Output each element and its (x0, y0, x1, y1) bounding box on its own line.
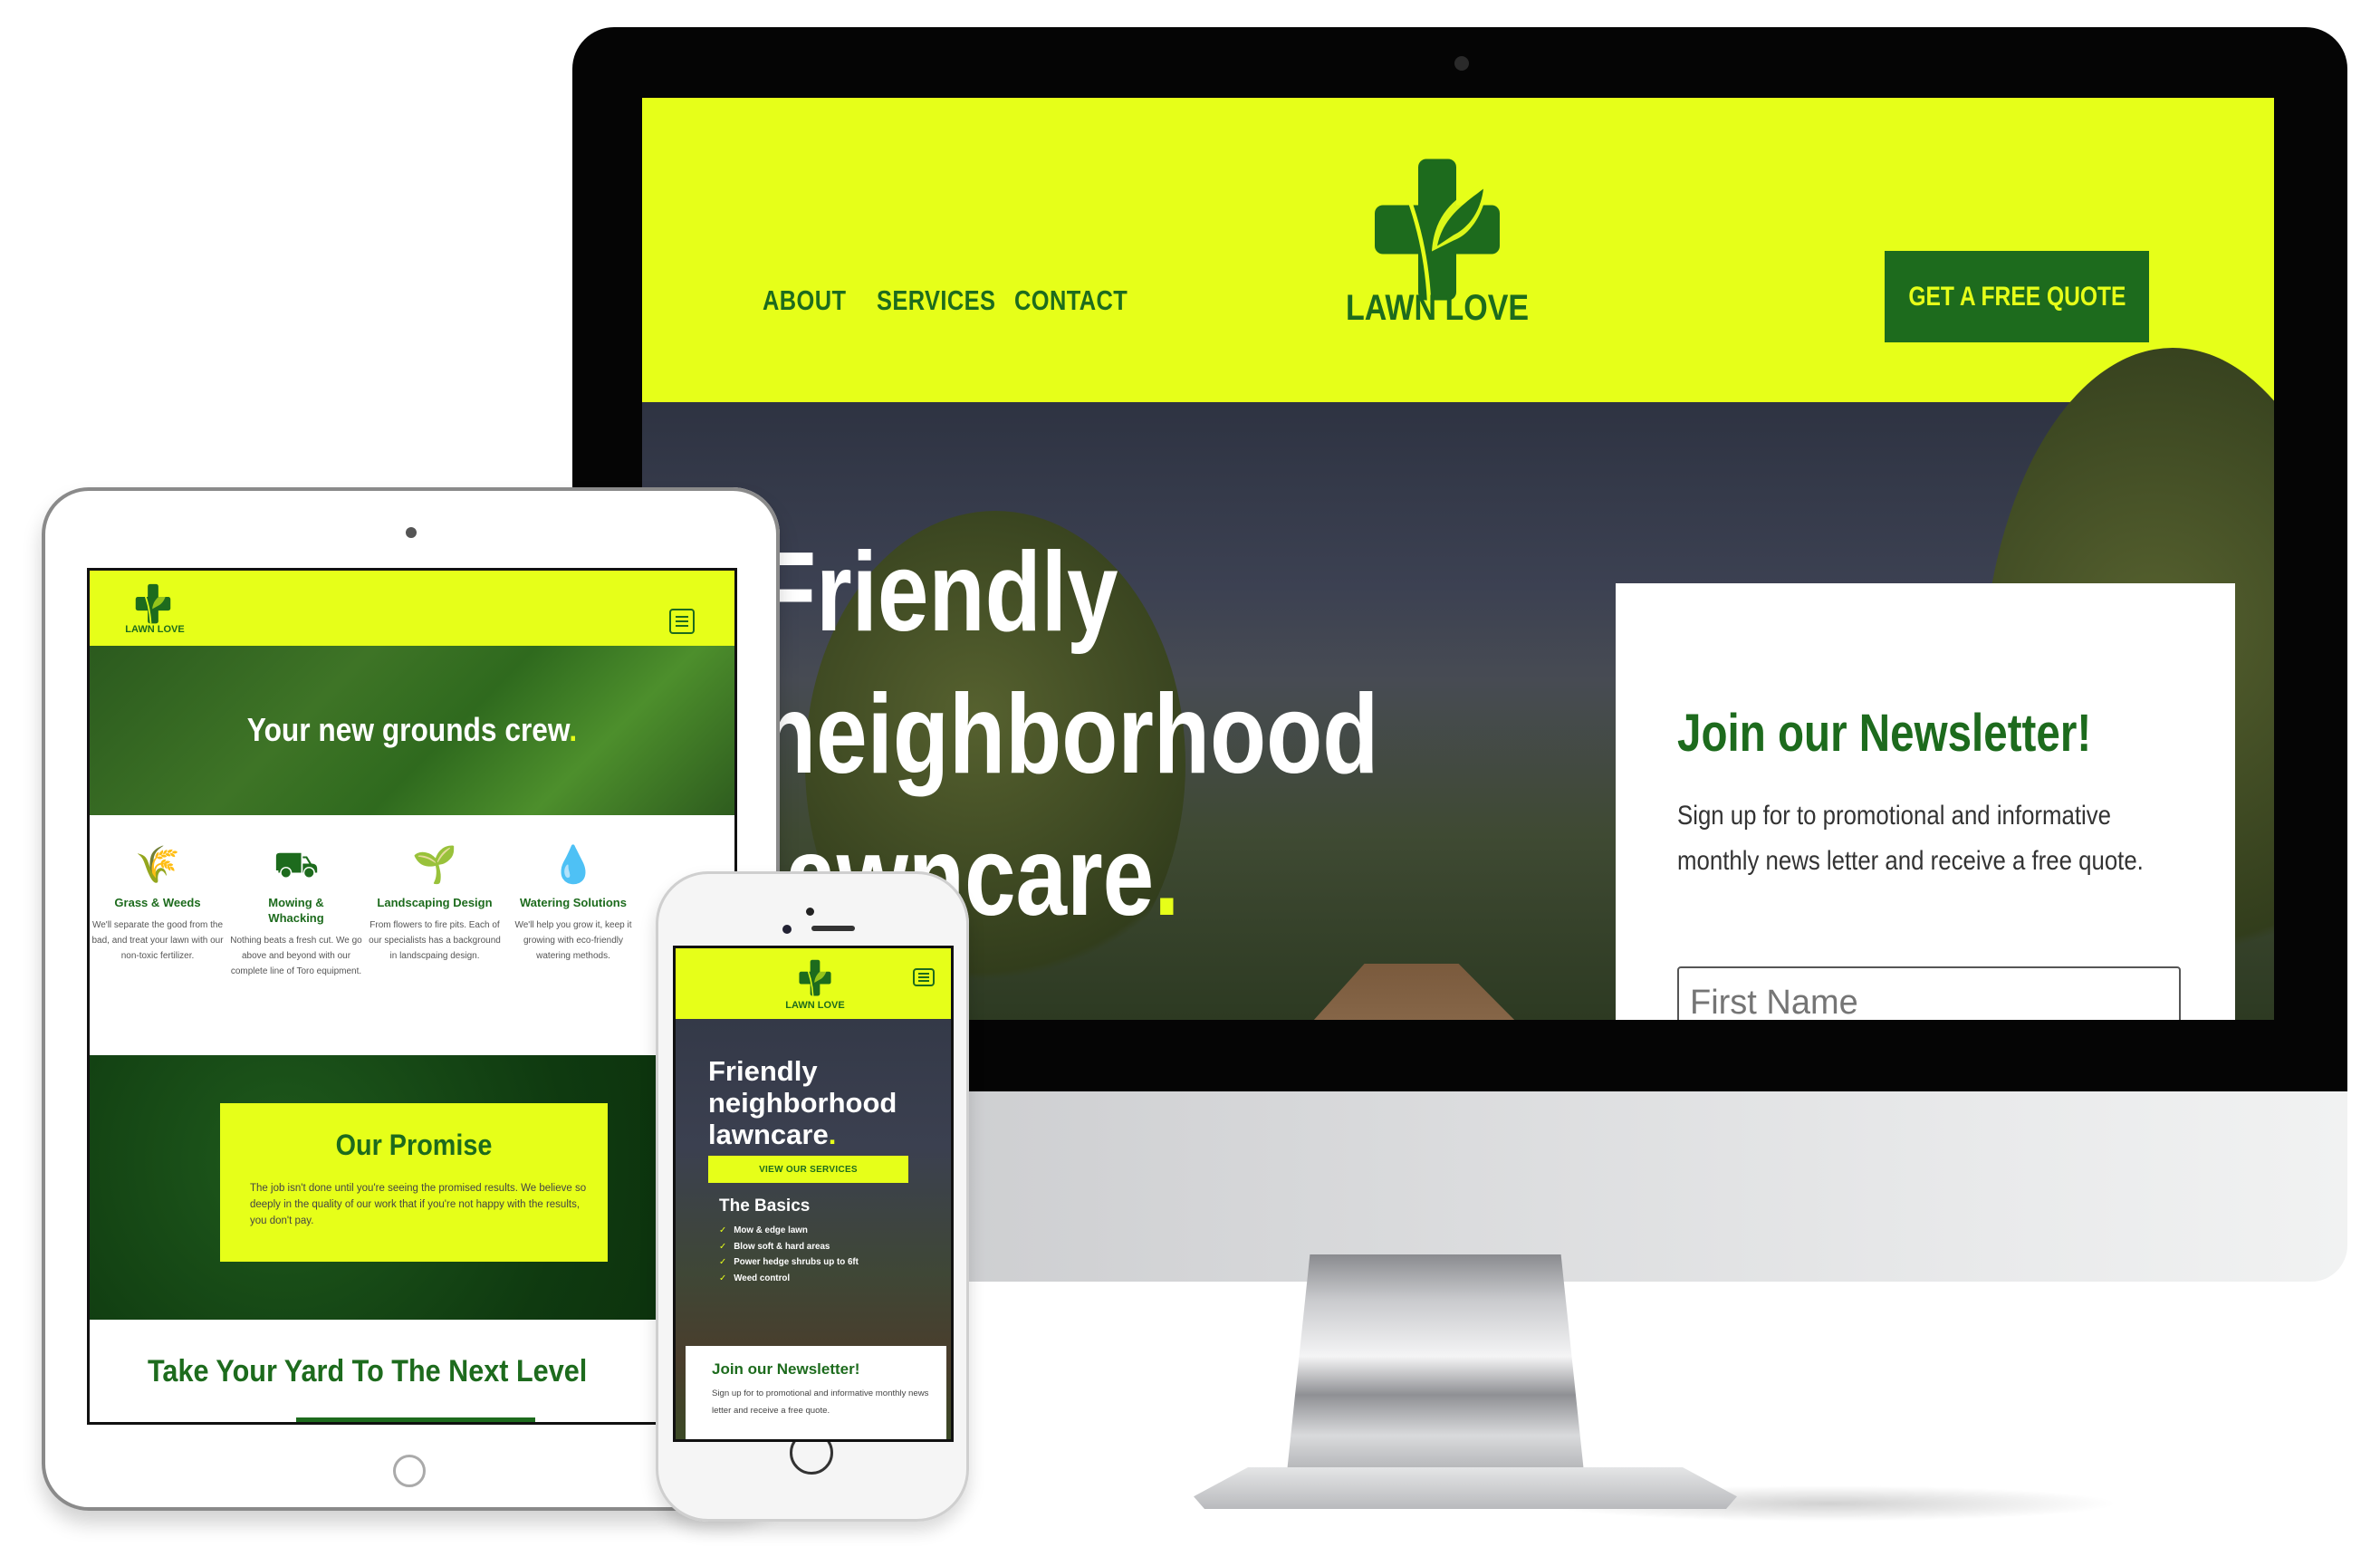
nav-about[interactable]: ABOUT (763, 284, 846, 317)
phone-brand-name: LAWN LOVE (785, 1000, 845, 1011)
hero-house-image (1185, 964, 1656, 1020)
service-title: Landscaping Design (377, 896, 493, 909)
tablet-hamburger-menu-icon[interactable] (669, 609, 695, 634)
next-level-section: Take Your Yard To The Next Level SCHEDUL… (90, 1320, 734, 1422)
basics-list: ✓ Mow & edge lawn ✓ Blow soft & hard areas… (719, 1223, 859, 1286)
checkmark-icon: ✓ (719, 1241, 727, 1252)
phone-sensor (806, 908, 814, 916)
tablet-services-section: 🌾 Grass & Weeds We'll separate the good … (90, 815, 734, 1055)
tablet-hero-title: Your new grounds crew. (246, 711, 578, 748)
phone-hero: Friendly neighborhood lawncare. VIEW OUR… (676, 1019, 951, 1439)
view-our-services-button[interactable]: VIEW OUR SERVICES (708, 1156, 908, 1183)
hero-headline-line-1: Friendly (760, 530, 1118, 655)
checkmark-icon: ✓ (719, 1257, 727, 1267)
service-item[interactable]: 🌾 Grass & Weeds We'll separate the good … (90, 842, 235, 964)
newsletter-title: Join our Newsletter! (1677, 704, 2092, 763)
schedule-consultation-button[interactable]: SCHEDULE A FREE CONSULTATION (296, 1417, 535, 1422)
promise-title: Our Promise (335, 1129, 493, 1161)
desktop-brand-name: LAWN LOVE (1345, 288, 1530, 328)
basics-title: The Basics (719, 1196, 811, 1216)
plant-in-hand-icon: 🌱 (412, 845, 457, 885)
lawn-love-logo-icon[interactable] (1369, 154, 1505, 308)
list-item: ✓ Mow & edge lawn (719, 1225, 808, 1235)
service-item[interactable]: 🌱 Landscaping Design From flowers to fir… (358, 842, 512, 964)
promise-section: Our Promise The job isn't done until you… (90, 1055, 734, 1320)
tablet-site-header: LAWN LOVE (90, 571, 734, 646)
hose-icon: 💧 (551, 845, 596, 885)
tablet-brand-name: LAWN LOVE (125, 624, 185, 635)
grass-icon: 🌾 (135, 845, 180, 885)
service-description: From flowers to fire pits. Each of our s… (369, 920, 501, 961)
checkmark-icon: ✓ (719, 1273, 727, 1283)
tablet-home-button (393, 1455, 426, 1487)
tablet-camera (406, 527, 417, 538)
service-description: Nothing beats a fresh cut. We go above a… (230, 936, 362, 976)
lawn-mower-icon: ⛟ (273, 845, 320, 885)
nav-contact[interactable]: CONTACT (1014, 284, 1128, 317)
next-level-title: Take Your Yard To The Next Level (148, 1354, 588, 1388)
phone-newsletter-body: Sign up for to promotional and informati… (712, 1388, 929, 1416)
phone-newsletter-card: Join our Newsletter! Sign up for to prom… (686, 1346, 946, 1439)
phone-speaker (811, 926, 855, 931)
promise-body: The job isn't done until you're seeing t… (250, 1183, 587, 1226)
first-name-input[interactable] (1677, 966, 2181, 1020)
newsletter-description: Sign up for to promotional and informati… (1677, 801, 2144, 876)
phone-screen: LAWN LOVE Friendly neighborhood lawncare… (673, 946, 954, 1442)
tablet-logo-icon[interactable] (130, 583, 177, 625)
tablet-hero: Your new grounds crew. (90, 646, 734, 815)
phone-newsletter-title: Join our Newsletter! (712, 1360, 860, 1378)
phone-logo-icon[interactable] (792, 959, 839, 997)
service-description: We'll separate the good from the bad, an… (91, 920, 224, 961)
checkmark-icon: ✓ (719, 1225, 727, 1235)
service-title: Watering Solutions (520, 896, 627, 909)
desktop-site-header: ABOUT SERVICES CONTACT LAWN LOVE GET A F… (642, 98, 2274, 402)
service-item[interactable]: 💧 Watering Solutions We'll help you grow… (496, 842, 650, 964)
service-item[interactable]: ⛟ Mowing & Whacking Nothing beats a fres… (219, 842, 373, 979)
monitor-stand (1286, 1254, 1585, 1481)
phone-hero-title: Friendly neighborhood lawncare. (708, 1055, 897, 1150)
service-description: We'll help you grow it, keep it growing … (514, 920, 632, 961)
nav-services[interactable]: SERVICES (877, 284, 995, 317)
promise-card: Our Promise The job isn't done until you… (220, 1103, 608, 1262)
list-item: ✓ Blow soft & hard areas (719, 1241, 830, 1252)
get-free-quote-button[interactable]: GET A FREE QUOTE (1885, 251, 2149, 342)
list-item: ✓ Power hedge shrubs up to 6ft (719, 1257, 859, 1267)
phone-hamburger-menu-icon[interactable] (913, 968, 935, 986)
phone-site-header: LAWN LOVE (676, 948, 951, 1019)
monitor-camera (1454, 56, 1469, 71)
tablet-screen: LAWN LOVE Your new grounds crew. 🌾 Grass… (87, 568, 737, 1425)
list-item: ✓ Weed control (719, 1273, 791, 1283)
service-title: Grass & Weeds (114, 896, 201, 909)
phone-camera (782, 925, 792, 934)
service-title: Mowing & Whacking (268, 896, 324, 925)
newsletter-card: Join our Newsletter! Sign up for to prom… (1616, 583, 2235, 1020)
hero-headline-line-2: neighborhood (760, 672, 1379, 797)
phone-mockup: LAWN LOVE Friendly neighborhood lawncare… (656, 871, 969, 1522)
monitor-foot (1194, 1467, 1737, 1509)
